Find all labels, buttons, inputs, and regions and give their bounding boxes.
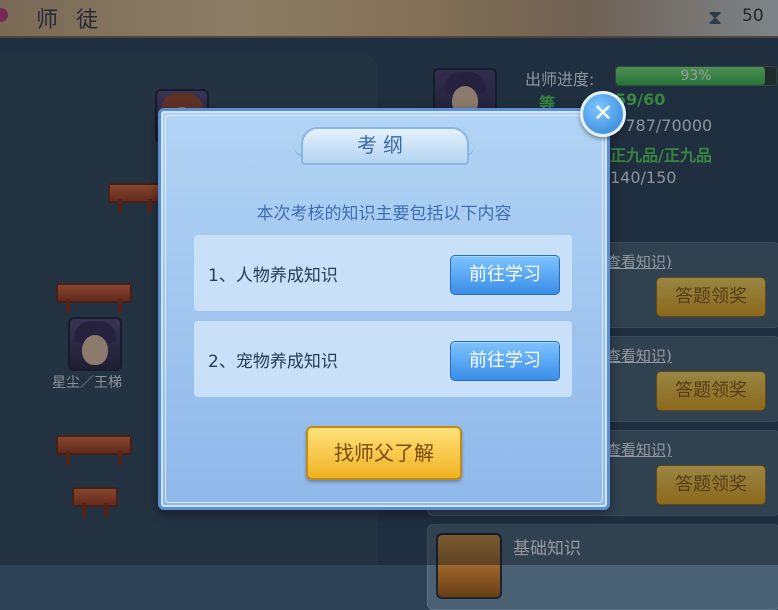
syllabus-item-text: 2、宠物养成知识	[208, 352, 338, 372]
syllabus-dialog: 考纲 本次考核的知识主要包括以下内容 1、人物养成知识 前往学习 2、宠物养成知…	[158, 108, 610, 510]
go-study-button[interactable]: 前往学习	[450, 255, 560, 295]
ask-master-button[interactable]: 找师父了解	[306, 426, 462, 480]
go-study-button[interactable]: 前往学习	[450, 341, 560, 381]
dialog-description: 本次考核的知识主要包括以下内容	[256, 204, 512, 224]
syllabus-item-text: 1、人物养成知识	[208, 266, 338, 286]
syllabus-item: 2、宠物养成知识 前往学习	[194, 321, 572, 397]
dialog-title: 考纲	[357, 133, 409, 157]
close-icon[interactable]: ✕	[580, 91, 626, 137]
syllabus-item: 1、人物养成知识 前往学习	[194, 235, 572, 311]
